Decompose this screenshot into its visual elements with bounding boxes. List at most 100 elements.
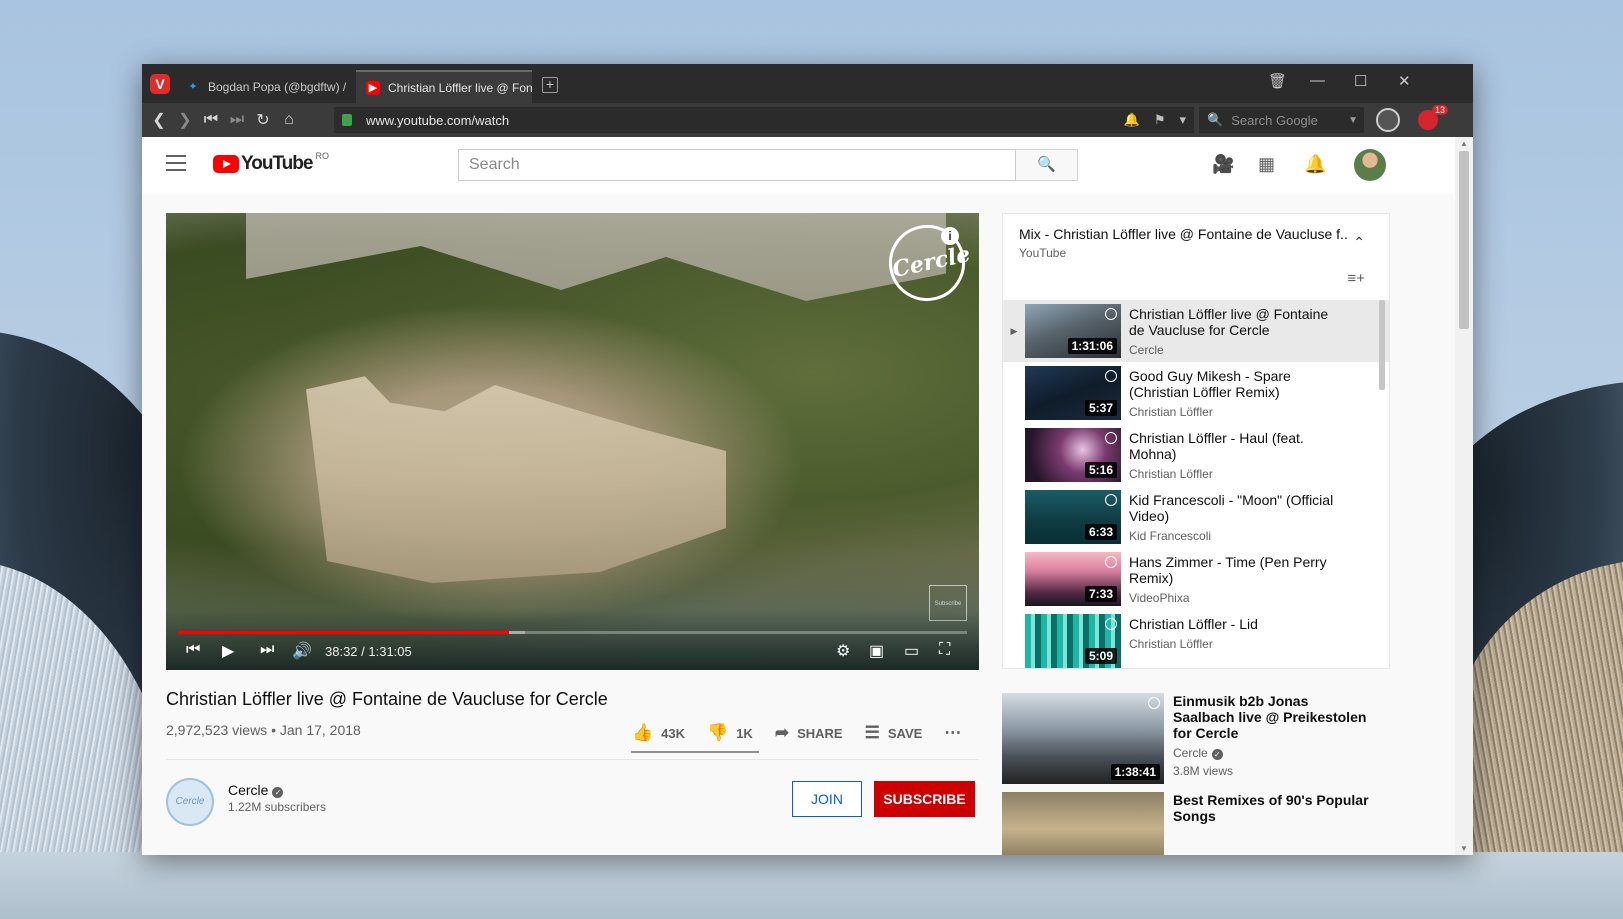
trash-icon[interactable]: 🗑 bbox=[1268, 72, 1287, 90]
share-button[interactable]: ➦ SHARE bbox=[775, 723, 843, 743]
playlist-item-title[interactable]: Christian Löffler - Haul (feat. Mohna) bbox=[1129, 430, 1339, 462]
chevron-down-icon[interactable]: ▼ bbox=[1348, 115, 1358, 126]
playlist-item[interactable]: ▶ 1:31:06 Christian Löffler live @ Fontain… bbox=[1003, 300, 1389, 362]
video-thumbnail[interactable] bbox=[1002, 792, 1164, 855]
fast-forward-button[interactable]: ⏭ bbox=[224, 111, 250, 129]
close-button[interactable]: ✕ bbox=[1398, 72, 1411, 90]
recommended-video-title[interactable]: Einmusik b2b Jonas Saalbach live @ Preik… bbox=[1173, 693, 1373, 741]
search-button[interactable]: 🔍 bbox=[1016, 149, 1078, 181]
avatar[interactable] bbox=[1354, 149, 1386, 181]
back-button[interactable]: ❮ bbox=[146, 110, 172, 130]
youtube-page: YouTube RO Search 🔍 🎥 ▦ 🔔 Cercle i Subsc… bbox=[142, 137, 1455, 855]
video-thumbnail[interactable]: 5:09 bbox=[1025, 614, 1121, 668]
reload-icon[interactable]: ↻ bbox=[250, 110, 276, 130]
video-thumbnail[interactable]: 1:38:41 bbox=[1002, 693, 1164, 784]
share-icon: ➦ bbox=[774, 723, 790, 742]
info-icon[interactable]: i bbox=[941, 227, 959, 245]
create-video-icon[interactable]: 🎥 bbox=[1212, 154, 1234, 175]
channel-avatar[interactable]: Cercle bbox=[166, 778, 214, 826]
save-button[interactable]: ☰ SAVE bbox=[865, 723, 923, 743]
video-meta: 2,972,523 views • Jan 17, 2018 bbox=[166, 722, 361, 738]
search-placeholder: Search Google bbox=[1231, 112, 1318, 128]
video-player[interactable]: Cercle i Subscribe ⏮ ▶ ⏭ 🔊 38:32 / 1:31:… bbox=[166, 213, 979, 670]
playlist-scrollbar[interactable] bbox=[1379, 300, 1385, 390]
collapse-chevron-icon[interactable]: ⌃ bbox=[1353, 234, 1365, 251]
wallpaper-water bbox=[0, 852, 1623, 919]
playlist-item-title[interactable]: Kid Francescoli - "Moon" (Official Video… bbox=[1129, 492, 1339, 524]
join-button[interactable]: JOIN bbox=[792, 781, 862, 817]
playlist-item[interactable]: 7:33 Hans Zimmer - Time (Pen Perry Remix)… bbox=[1003, 548, 1389, 610]
playlist-item[interactable]: 5:09 Christian Löffler - Lid Christian Löf… bbox=[1003, 610, 1389, 668]
add-to-queue-icon[interactable]: ≡+ bbox=[1347, 270, 1365, 287]
minimize-button[interactable]: — bbox=[1310, 72, 1325, 89]
playlist-item[interactable]: 5:37 Good Guy Mikesh - Spare (Christian L… bbox=[1003, 362, 1389, 424]
notifications-bell-icon[interactable]: 🔔 bbox=[1304, 154, 1326, 175]
progress-bar[interactable] bbox=[178, 631, 967, 634]
tab-twitter[interactable]: ✦ Bogdan Popa (@bgdftw) / bbox=[176, 70, 348, 103]
playlist-item[interactable]: 6:33 Kid Francescoli - "Moon" (Official V… bbox=[1003, 486, 1389, 548]
playlist-item-title[interactable]: Good Guy Mikesh - Spare (Christian Löffl… bbox=[1129, 368, 1339, 400]
tab-youtube[interactable]: ▶ Christian Löffler live @ Fon bbox=[356, 70, 532, 103]
new-tab-button[interactable]: + bbox=[542, 77, 558, 93]
previous-icon[interactable]: ⏮ bbox=[186, 641, 200, 659]
vivaldi-logo-icon[interactable]: V bbox=[150, 74, 170, 94]
share-label: SHARE bbox=[797, 725, 843, 741]
playlist-index bbox=[1003, 548, 1025, 610]
fullscreen-icon[interactable]: ⛶ bbox=[939, 641, 950, 659]
playlist-item-title[interactable]: Hans Zimmer - Time (Pen Perry Remix) bbox=[1129, 554, 1339, 586]
time-display: 38:32 / 1:31:05 bbox=[325, 644, 412, 659]
playlist-title[interactable]: Mix - Christian Löffler live @ Fontaine … bbox=[1019, 226, 1349, 242]
play-icon[interactable]: ▶ bbox=[222, 641, 234, 661]
bookmark-icon[interactable]: ⚑ bbox=[1154, 112, 1166, 128]
forward-button[interactable]: ❯ bbox=[172, 110, 198, 130]
tab-label: Bogdan Popa (@bgdftw) / bbox=[208, 79, 347, 94]
apps-grid-icon[interactable]: ▦ bbox=[1258, 154, 1275, 175]
volume-icon[interactable]: 🔊 bbox=[292, 641, 312, 661]
recommended-video-channel: Cercle ✓ bbox=[1173, 746, 1373, 760]
playlist-item[interactable]: 5:16 Christian Löffler - Haul (feat. Mohn… bbox=[1003, 424, 1389, 486]
recommended-video-views: 3.8M views bbox=[1173, 764, 1234, 778]
video-frame-ruin bbox=[306, 376, 726, 583]
bell-block-icon[interactable]: 🔔 bbox=[1124, 112, 1140, 128]
playlist-item-title[interactable]: Christian Löffler - Lid bbox=[1129, 616, 1339, 632]
video-thumbnail[interactable]: 1:31:06 bbox=[1025, 304, 1121, 358]
next-icon[interactable]: ⏭ bbox=[260, 641, 274, 659]
maximize-button[interactable]: ☐ bbox=[1354, 72, 1367, 90]
page-scrollbar[interactable]: ▲ ▼ bbox=[1455, 137, 1473, 855]
youtube-search-input[interactable]: Search bbox=[458, 149, 1016, 181]
scroll-down-icon[interactable]: ▼ bbox=[1460, 844, 1468, 853]
rewind-button[interactable]: ⏮ bbox=[198, 111, 224, 129]
subscribe-button[interactable]: SUBSCRIBE bbox=[874, 781, 975, 817]
like-button[interactable]: 👍 43K bbox=[632, 723, 685, 743]
channel-logo-icon bbox=[1105, 494, 1117, 506]
url-field[interactable]: www.youtube.com/watch 🔔 ⚑ ▾ bbox=[334, 107, 1194, 133]
search-engine-field[interactable]: 🔍 Search Google ▼ bbox=[1199, 107, 1364, 133]
like-ratio-bar bbox=[631, 751, 759, 753]
video-thumbnail[interactable]: 5:16 bbox=[1025, 428, 1121, 482]
youtube-play-icon bbox=[213, 155, 239, 173]
dislike-button[interactable]: 👎 1K bbox=[707, 723, 753, 743]
recommended-video-title[interactable]: Best Remixes of 90's Popular Songs bbox=[1173, 792, 1373, 824]
url-text: www.youtube.com/watch bbox=[366, 112, 510, 128]
recommended-video[interactable]: Best Remixes of 90's Popular Songs bbox=[1002, 792, 1373, 855]
settings-gear-icon[interactable]: ⚙ bbox=[836, 641, 850, 661]
video-thumbnail[interactable]: 7:33 bbox=[1025, 552, 1121, 606]
video-thumbnail[interactable]: 5:37 bbox=[1025, 366, 1121, 420]
url-dropdown-icon[interactable]: ▾ bbox=[1179, 112, 1186, 128]
duration-badge: 6:33 bbox=[1084, 524, 1117, 540]
playlist-index bbox=[1003, 362, 1025, 424]
video-thumbnail[interactable]: 6:33 bbox=[1025, 490, 1121, 544]
address-toolbar: ❮ ❯ ⏮ ⏭ ↻ ⌂ www.youtube.com/watch 🔔 ⚑ ▾ … bbox=[142, 103, 1473, 137]
playlist-item-title[interactable]: Christian Löffler live @ Fontaine de Vau… bbox=[1129, 306, 1339, 338]
home-icon[interactable]: ⌂ bbox=[276, 111, 302, 129]
more-actions-button[interactable]: ⋯ bbox=[944, 723, 969, 743]
youtube-logo[interactable]: YouTube RO bbox=[213, 151, 329, 175]
recommended-video[interactable]: 1:38:41 Einmusik b2b Jonas Saalbach live … bbox=[1002, 693, 1373, 784]
channel-name[interactable]: Cercle ✓ bbox=[228, 782, 284, 798]
scroll-up-icon[interactable]: ▲ bbox=[1460, 139, 1468, 148]
scroll-thumb[interactable] bbox=[1459, 151, 1469, 329]
menu-icon[interactable] bbox=[166, 155, 186, 176]
profile-icon[interactable] bbox=[1376, 108, 1400, 132]
theater-mode-icon[interactable]: ▭ bbox=[904, 641, 919, 661]
miniplayer-icon[interactable]: ▣ bbox=[869, 641, 884, 661]
